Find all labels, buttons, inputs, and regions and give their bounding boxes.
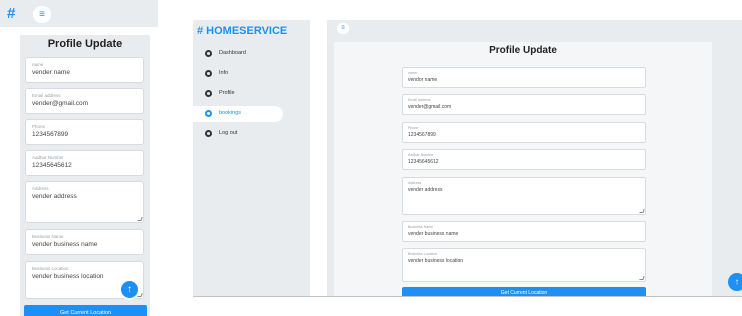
- field-label: Aadhar Number: [408, 153, 434, 157]
- car-icon: [205, 130, 212, 137]
- scroll-top-button[interactable]: ↑: [728, 273, 742, 291]
- phone-field[interactable]: Phone 1234567899: [25, 119, 144, 145]
- brand-title[interactable]: # HOMESERVICE: [197, 25, 287, 37]
- mobile-topbar: # ≡: [0, 0, 158, 27]
- name-field[interactable]: name vender name: [25, 57, 144, 83]
- arrow-up-icon: ↑: [734, 276, 740, 287]
- sidebar-item-profile[interactable]: Profile: [193, 86, 283, 102]
- field-value: vender@gmail.com: [32, 100, 89, 107]
- car-icon: [205, 110, 212, 117]
- field-label: name: [408, 71, 417, 75]
- sidebar-item-dashboard[interactable]: Dashboard: [193, 46, 283, 62]
- address-field[interactable]: Address vender address: [402, 177, 646, 215]
- field-value: vender name: [32, 69, 70, 76]
- field-label: Business Name: [408, 225, 434, 229]
- resize-handle[interactable]: [639, 276, 645, 280]
- divider: [193, 296, 742, 297]
- field-value: vender@gmail.com: [408, 103, 452, 110]
- field-label: name: [32, 62, 44, 67]
- sidebar: # HOMESERVICE Dashboard Info Profile boo…: [193, 20, 310, 296]
- sidebar-item-label: Info: [219, 70, 229, 76]
- field-label: Email address: [408, 98, 431, 102]
- brand-logo[interactable]: #: [7, 5, 15, 22]
- email-field[interactable]: Email address vender@gmail.com: [25, 88, 144, 114]
- sidebar-item-label: Profile: [219, 90, 235, 96]
- field-value: 1234567899: [32, 131, 69, 138]
- sidebar-item-label: bookings: [219, 110, 242, 116]
- field-label: Address: [408, 181, 422, 185]
- aadhar-field[interactable]: Aadhar Number 12345645612: [402, 149, 646, 170]
- business-name-field[interactable]: Business Name vender business name: [25, 229, 144, 255]
- hamburger-icon[interactable]: ≡: [33, 6, 51, 23]
- sidebar-item-logout[interactable]: Log out: [193, 126, 283, 142]
- aadhar-field[interactable]: Aadhar Number 12345645612: [25, 150, 144, 176]
- car-icon: [205, 50, 212, 57]
- resize-handle[interactable]: [137, 217, 143, 221]
- field-label: Phone: [408, 126, 419, 130]
- field-label: Address: [32, 186, 49, 191]
- field-label: Aadhar Number: [32, 155, 64, 160]
- resize-handle[interactable]: [639, 209, 645, 213]
- field-label: Business Name: [32, 234, 64, 239]
- desktop-topbar: ≡: [327, 20, 742, 36]
- business-name-field[interactable]: Business Name vender business name: [402, 221, 646, 242]
- field-value: vender business location: [408, 257, 464, 264]
- get-location-button[interactable]: Get Current Location: [402, 287, 646, 296]
- business-location-field[interactable]: Business Location vender business locati…: [402, 248, 646, 282]
- name-field[interactable]: name vendor name: [402, 67, 646, 88]
- field-value: 12345645612: [408, 158, 439, 165]
- field-label: Business Location: [408, 252, 438, 256]
- field-label: Phone: [32, 124, 46, 129]
- sidebar-item-label: Log out: [219, 130, 238, 136]
- field-value: vender address: [408, 186, 443, 193]
- page-title: Profile Update: [47, 38, 123, 50]
- field-value: vender business location: [32, 273, 104, 280]
- field-label: Business Location: [32, 266, 69, 271]
- desktop-profile-form: Profile Update name vendor name Email ad…: [334, 42, 712, 296]
- arrow-up-icon: ↑: [127, 283, 132, 295]
- sidebar-item-bookings[interactable]: bookings: [193, 106, 283, 122]
- field-value: vender address: [32, 193, 77, 200]
- car-icon: [205, 70, 212, 77]
- scroll-top-button[interactable]: ↑: [119, 279, 140, 300]
- get-location-button[interactable]: Get Current Location: [24, 305, 147, 316]
- address-field[interactable]: Address vender address: [25, 181, 144, 223]
- field-value: vendor name: [408, 76, 438, 83]
- hamburger-icon[interactable]: ≡: [337, 23, 349, 34]
- sidebar-item-info[interactable]: Info: [193, 66, 283, 82]
- field-value: 12345645612: [32, 162, 72, 169]
- phone-field[interactable]: Phone 1234567899: [402, 122, 646, 143]
- car-icon: [205, 90, 212, 97]
- field-value: vender business name: [408, 230, 459, 237]
- mobile-profile-form: Profile Update name vender name Email ad…: [20, 35, 150, 316]
- field-value: vender business name: [32, 241, 98, 248]
- email-field[interactable]: Email address vender@gmail.com: [402, 94, 646, 115]
- field-value: 1234567899: [408, 131, 436, 138]
- sidebar-item-label: Dashboard: [219, 50, 246, 56]
- page-title: Profile Update: [489, 45, 557, 56]
- field-label: Email address: [32, 93, 61, 98]
